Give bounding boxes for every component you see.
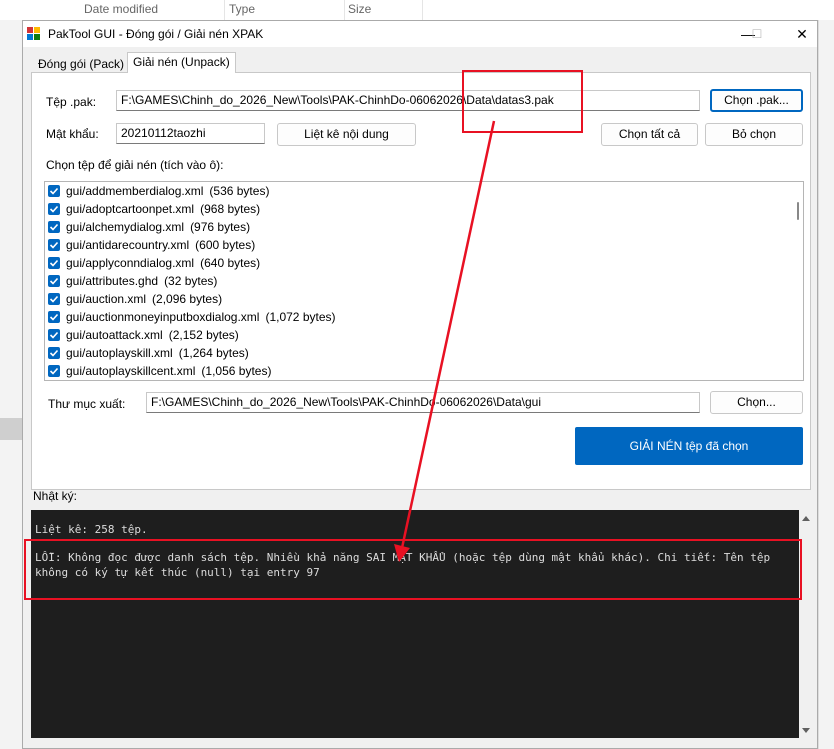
log-line: Liệt kê: 258 tệp.	[35, 523, 148, 536]
file-name: gui/autoattack.xml	[66, 328, 163, 342]
explorer-left-strip	[0, 20, 22, 749]
checkbox-checked-icon[interactable]	[48, 184, 60, 197]
log-label: Nhật ký:	[33, 489, 78, 503]
list-item[interactable]: gui/autoattack.xml (2,152 bytes)	[48, 326, 239, 344]
output-folder-input[interactable]: F:\GAMES\Chinh_do_2026_New\Tools\PAK-Chi…	[146, 392, 700, 413]
file-size: (976 bytes)	[190, 220, 251, 234]
app-icon	[27, 27, 40, 40]
column-size[interactable]: Size	[348, 2, 371, 16]
list-item[interactable]: gui/attributes.ghd (32 bytes)	[48, 272, 217, 290]
file-name: gui/alchemydialog.xml	[66, 220, 185, 234]
password-label: Mật khẩu:	[46, 127, 99, 141]
file-name: gui/autoplayskill.xml	[66, 346, 173, 360]
file-size: (1,056 bytes)	[201, 364, 272, 378]
checkbox-checked-icon[interactable]	[48, 238, 60, 251]
tab-pack[interactable]: Đóng gói (Pack)	[33, 55, 129, 73]
choose-pak-button[interactable]: Chọn .pak...	[710, 89, 803, 112]
output-folder-label: Thư mục xuất:	[48, 397, 126, 411]
column-divider	[422, 0, 423, 20]
list-item[interactable]: gui/autoplayskill.xml (1,264 bytes)	[48, 344, 249, 362]
select-all-button[interactable]: Chọn tất cả	[601, 123, 698, 146]
scroll-up-icon[interactable]	[802, 516, 810, 521]
checkbox-checked-icon[interactable]	[48, 292, 60, 305]
deselect-button[interactable]: Bỏ chọn	[705, 123, 803, 146]
paktool-window: PakTool GUI - Đóng gói / Giải nén XPAK —…	[22, 20, 818, 749]
explorer-selection-bar	[0, 418, 22, 440]
pak-file-input[interactable]: F:\GAMES\Chinh_do_2026_New\Tools\PAK-Chi…	[116, 90, 700, 111]
list-item[interactable]: gui/auctionmoneyinputboxdialog.xml (1,072…	[48, 308, 336, 326]
checkbox-checked-icon[interactable]	[48, 310, 60, 323]
column-divider	[344, 0, 345, 20]
file-list-label: Chọn tệp để giải nén (tích vào ô):	[46, 158, 224, 172]
list-item[interactable]: gui/applyconndialog.xml (640 bytes)	[48, 254, 260, 272]
file-size: (536 bytes)	[209, 184, 270, 198]
list-contents-button[interactable]: Liệt kê nội dung	[277, 123, 416, 146]
list-item[interactable]: gui/alchemydialog.xml (976 bytes)	[48, 218, 250, 236]
close-icon[interactable]: ✕	[779, 21, 825, 47]
explorer-scrollbar[interactable]	[818, 20, 834, 749]
checkbox-checked-icon[interactable]	[48, 220, 60, 233]
column-type[interactable]: Type	[229, 2, 255, 16]
file-size: (640 bytes)	[200, 256, 261, 270]
checkbox-checked-icon[interactable]	[48, 256, 60, 269]
choose-output-button[interactable]: Chọn...	[710, 391, 803, 414]
tab-unpack[interactable]: Giải nén (Unpack)	[127, 52, 236, 73]
explorer-column-header: Date modified Type Size	[0, 0, 834, 21]
checkbox-checked-icon[interactable]	[48, 364, 60, 377]
file-size: (968 bytes)	[200, 202, 261, 216]
column-divider	[224, 0, 225, 20]
file-size: (1,264 bytes)	[178, 346, 249, 360]
list-item[interactable]: gui/autoplayskillcent.xml (1,056 bytes)	[48, 362, 271, 380]
annotation-highlight-pak-name	[462, 70, 583, 133]
checkbox-checked-icon[interactable]	[48, 274, 60, 287]
unpack-panel: Tệp .pak: F:\GAMES\Chinh_do_2026_New\Too…	[31, 72, 811, 490]
annotation-highlight-error	[24, 539, 802, 600]
checkbox-checked-icon[interactable]	[48, 328, 60, 341]
pak-file-label: Tệp .pak:	[46, 95, 97, 109]
list-item[interactable]: gui/addmemberdialog.xml (536 bytes)	[48, 182, 269, 200]
list-item[interactable]: gui/antidarecountry.xml (600 bytes)	[48, 236, 255, 254]
window-title: PakTool GUI - Đóng gói / Giải nén XPAK	[48, 27, 264, 41]
scroll-down-icon[interactable]	[802, 728, 810, 733]
file-checklist[interactable]: gui/addmemberdialog.xml (536 bytes) gui/a…	[44, 181, 804, 381]
file-name: gui/antidarecountry.xml	[66, 238, 190, 252]
file-name: gui/applyconndialog.xml	[66, 256, 195, 270]
file-size: (2,096 bytes)	[152, 292, 223, 306]
file-size: (600 bytes)	[195, 238, 256, 252]
file-name: gui/auctionmoneyinputboxdialog.xml	[66, 310, 260, 324]
checkbox-checked-icon[interactable]	[48, 346, 60, 359]
list-scrollbar[interactable]	[795, 184, 801, 378]
title-bar[interactable]: PakTool GUI - Đóng gói / Giải nén XPAK —…	[23, 21, 817, 47]
file-name: gui/autoplayskillcent.xml	[66, 364, 196, 378]
file-name: gui/auction.xml	[66, 292, 147, 306]
checkbox-checked-icon[interactable]	[48, 202, 60, 215]
file-name: gui/addmemberdialog.xml	[66, 184, 204, 198]
list-item[interactable]: gui/auction.xml (2,096 bytes)	[48, 290, 222, 308]
password-input[interactable]: 20210112taozhi	[116, 123, 265, 144]
file-size: (32 bytes)	[164, 274, 218, 288]
file-name: gui/adoptcartoonpet.xml	[66, 202, 195, 216]
maximize-icon: ☐	[751, 27, 763, 41]
extract-selected-button[interactable]: GIẢI NÉN tệp đã chọn	[575, 427, 803, 465]
list-scrollbar-thumb[interactable]	[797, 202, 799, 220]
list-item[interactable]: gui/adoptcartoonpet.xml (968 bytes)	[48, 200, 260, 218]
file-name: gui/attributes.ghd	[66, 274, 159, 288]
file-size: (1,072 bytes)	[265, 310, 336, 324]
column-date-modified[interactable]: Date modified	[84, 2, 158, 16]
file-size: (2,152 bytes)	[168, 328, 239, 342]
